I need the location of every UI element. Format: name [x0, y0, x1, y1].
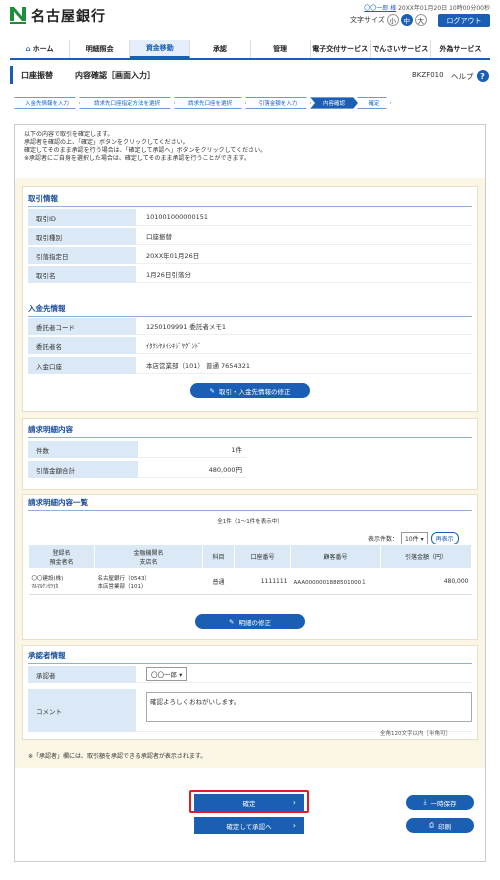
comment-textarea[interactable]: 確認よろしくおねがいします。 — [146, 692, 472, 722]
step-3: 請求先口座を選択 — [174, 97, 246, 109]
chevron-right-icon: › — [292, 821, 296, 830]
row-transaction-name: 取引名 1月26日引落分 — [28, 266, 472, 284]
col-customer-no: 顧客番号 — [290, 544, 381, 569]
user-info: 〇〇一郎 様 20XX年01月20日 10時00分00秒 — [364, 3, 490, 12]
nav-densai[interactable]: でんさいサービス — [371, 40, 431, 58]
confirm-button[interactable]: 確定 › — [194, 794, 304, 811]
screen-code: BKZF010 — [412, 71, 444, 79]
pencil-icon: ✎ — [229, 617, 235, 626]
bank-name: 名古屋銀行 — [31, 9, 106, 25]
row-transaction-type: 取引種別 口座振替 — [28, 228, 472, 246]
font-size-medium-button[interactable]: 中 — [400, 14, 413, 26]
chevron-right-icon: › — [292, 798, 296, 807]
logout-button[interactable]: ログアウト — [438, 14, 490, 27]
row-deposit-account: 入金口座 本店営業部（101） 普通 7654321 — [28, 357, 472, 375]
table-row: 〇〇建設(株) ﾏﾙﾏﾙｹﾝｾﾂ(ｶ 名古屋銀行（0543） 本店営業部（101… — [28, 568, 472, 595]
home-icon: ⌂ — [25, 45, 31, 53]
row-total: 引落金額合計 480,000円 — [28, 461, 246, 479]
detail-table: 登録名 預金者名 金融機関名 支店名 科目 口座番号 顧客番号 引落金額（円） … — [28, 544, 472, 595]
row-debit-date: 引落指定日 20XX年01月26日 — [28, 247, 472, 265]
user-name[interactable]: 〇〇一郎 様 — [364, 5, 396, 12]
edit-detail-button[interactable]: ✎ 明細の修正 — [195, 614, 305, 629]
help-link[interactable]: ヘルプ? — [451, 70, 489, 82]
approver-note: ※「承認者」欄には、取引額を承認できる承認者が表示されます。 — [28, 753, 207, 760]
row-consignor-code: 委託者コード 1250109991 委託者メモ1 — [28, 318, 472, 336]
print-icon: ⎙ — [428, 821, 435, 829]
col-account-no: 口座番号 — [234, 544, 291, 569]
step-4: 引落金額を入力 — [245, 97, 311, 109]
row-count: 件数 1件 — [28, 441, 246, 459]
print-button[interactable]: ⎙ 印刷 — [406, 818, 474, 833]
page-subtitle: 内容確認［画面入力］ — [75, 70, 155, 80]
row-transaction-id: 取引ID 101001000000151 — [28, 209, 472, 227]
detail-heading: 請求明細内容一覧 — [28, 497, 472, 511]
nav-e-delivery[interactable]: 電子交付サービス — [311, 40, 371, 58]
intro-text: 以下の内容で取引を確定します。 承認者を確認の上、「確定」ボタンをクリックしてく… — [24, 131, 267, 162]
col-registered-name: 登録名 預金者名 — [28, 544, 95, 569]
bank-logo[interactable]: 名古屋銀行 — [10, 6, 106, 26]
col-amount: 引落金額（円） — [380, 544, 472, 569]
approver-heading: 承認者情報 — [28, 650, 472, 664]
confirm-and-approve-button[interactable]: 確定して承認へ › — [194, 817, 304, 834]
col-subject: 科目 — [202, 544, 235, 569]
step-2: 請求先口座指定方法を選択 — [79, 97, 175, 109]
font-size-large-button[interactable]: 大 — [414, 14, 427, 26]
step-1: 入金先情報を入力 — [14, 97, 80, 109]
page-title-main: 口座振替 — [21, 70, 53, 80]
font-size-small-button[interactable]: 小 — [386, 14, 399, 26]
pencil-icon: ✎ — [209, 386, 215, 395]
billing-heading: 請求明細内容 — [28, 424, 472, 438]
payee-heading: 入金先情報 — [28, 303, 472, 317]
detail-count: 全1件（1～1件を表示中） — [217, 519, 283, 525]
help-icon: ? — [476, 70, 489, 82]
nav-approval[interactable]: 承認 — [190, 40, 251, 58]
col-bank-branch: 金融機関名 支店名 — [94, 544, 203, 569]
nav-statements[interactable]: 明細照会 — [70, 40, 131, 58]
font-size-switcher: 文字サイズ 小 中 大 — [350, 14, 427, 26]
header: 名古屋銀行 〇〇一郎 様 20XX年01月20日 10時00分00秒 文字サイズ… — [0, 0, 500, 38]
comment-char-limit: 全角120文字以内［半角可］ — [380, 731, 451, 737]
approver-select[interactable]: 〇〇一郎 ▾ — [146, 667, 188, 681]
step-5-current: 内容確認 — [310, 97, 358, 109]
global-nav: ⌂ ホーム 明細照会 資金移動 承認 管理 電子交付サービス でんさいサービス 外… — [10, 40, 490, 60]
download-icon: ⤓ — [423, 798, 427, 806]
help-label: ヘルプ — [451, 71, 474, 81]
row-consignor-name: 委託者名 ｲﾀｸｼﾔﾒｲｼｷｼﾞﾔｸﾞﾝﾄﾞ — [28, 337, 472, 355]
temp-save-button[interactable]: ⤓ 一時保存 — [406, 795, 474, 810]
step-indicator: 入金先情報を入力 請求先口座指定方法を選択 請求先口座を選択 引落金額を入力 内… — [14, 97, 486, 109]
last-login: 20XX年01月20日 10時00分00秒 — [398, 5, 490, 12]
edit-transaction-payee-button[interactable]: ✎ 取引・入金先情報の修正 — [190, 383, 310, 398]
bank-logo-icon — [10, 7, 26, 25]
nav-forex[interactable]: 外為サービス — [431, 40, 490, 58]
transaction-heading: 取引情報 — [28, 193, 472, 207]
row-comment: コメント 確認よろしくおねがいします。 — [28, 689, 472, 733]
step-6: 確定 — [357, 97, 391, 109]
font-size-label: 文字サイズ — [350, 16, 385, 24]
nav-fund-transfer[interactable]: 資金移動 — [130, 40, 191, 58]
nav-admin[interactable]: 管理 — [251, 40, 311, 58]
nav-home[interactable]: ⌂ ホーム — [10, 40, 71, 58]
row-approver: 承認者 〇〇一郎 ▾ — [28, 666, 472, 684]
